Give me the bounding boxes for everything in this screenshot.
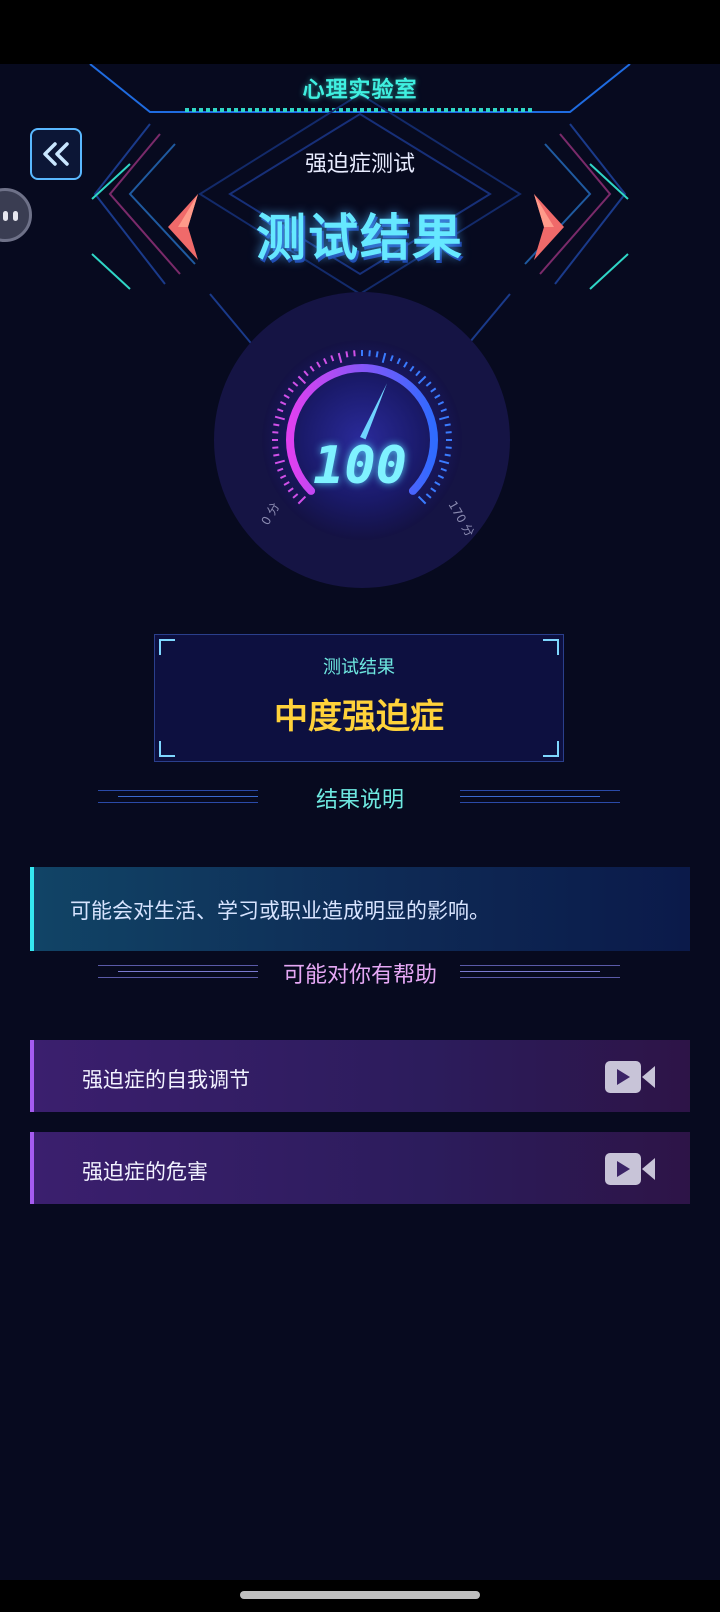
page-title: 测试结果 bbox=[256, 209, 464, 267]
help-heading: 可能对你有帮助 bbox=[0, 957, 720, 988]
gauge-tick bbox=[272, 431, 279, 434]
home-indicator[interactable] bbox=[240, 1591, 480, 1599]
explanation-heading: 结果说明 bbox=[0, 782, 720, 813]
gauge-tick bbox=[345, 351, 349, 358]
lab-title: 心理实验室 bbox=[302, 78, 418, 103]
status-bar bbox=[0, 0, 720, 64]
score-value: 100 bbox=[313, 436, 407, 496]
result-label: 测试结果 bbox=[323, 657, 395, 678]
result-level: 中度强迫症 bbox=[274, 697, 444, 737]
explanation-card: 可能会对生活、学习或职业造成明显的影响。 bbox=[30, 867, 690, 951]
app-screen: 心理实验室 强迫症测试 测试结果 0 分 170 分 100 测试结果 中度强迫… bbox=[0, 64, 720, 1580]
video-icon bbox=[605, 1153, 655, 1185]
help-item-label: 强迫症的危害 bbox=[82, 1160, 208, 1184]
heading-lines-right bbox=[460, 961, 620, 983]
help-item-self-regulation[interactable]: 强迫症的自我调节 bbox=[30, 1040, 690, 1112]
result-card: 测试结果 中度强迫症 bbox=[154, 634, 564, 762]
help-item-harm[interactable]: 强迫症的危害 bbox=[30, 1132, 690, 1204]
gauge-tick bbox=[375, 351, 379, 358]
help-item-label: 强迫症的自我调节 bbox=[82, 1068, 250, 1092]
chevron-right-icon bbox=[534, 194, 564, 260]
gauge-tick bbox=[445, 431, 452, 434]
video-icon bbox=[605, 1061, 655, 1093]
navigation-bar bbox=[0, 1580, 720, 1612]
gauge-tick bbox=[273, 423, 280, 427]
explanation-text: 可能会对生活、学习或职业造成明显的影响。 bbox=[70, 899, 490, 923]
gauge-tick bbox=[444, 423, 451, 427]
heading-lines-right bbox=[460, 786, 620, 808]
test-name: 强迫症测试 bbox=[304, 152, 415, 177]
gauge-tick bbox=[368, 350, 371, 357]
gauge-tick bbox=[353, 350, 356, 357]
